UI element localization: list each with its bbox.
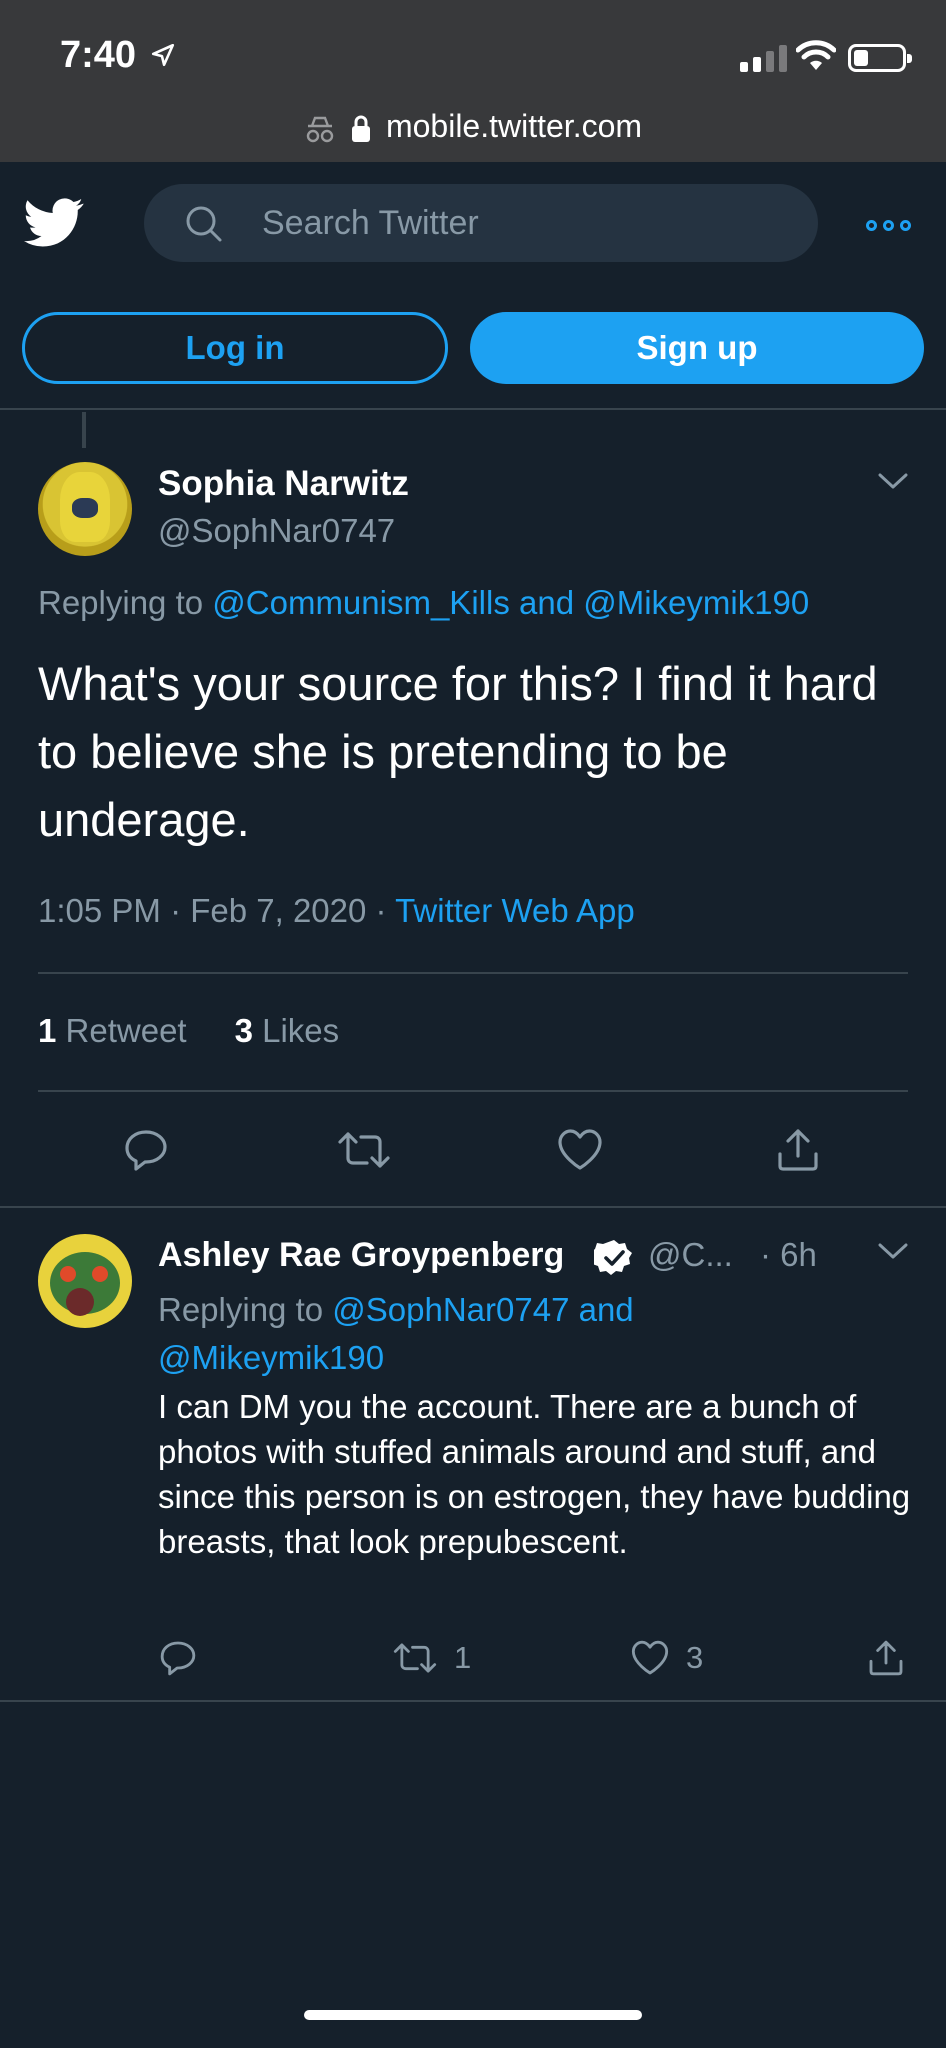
tweet-stats: 1 Retweet 3 Likes (38, 1012, 339, 1050)
retweet-icon[interactable] (336, 1126, 392, 1174)
like-count: 3 (686, 1640, 704, 1675)
wifi-icon (796, 40, 836, 70)
reply-action[interactable] (158, 1638, 198, 1678)
clock: 7:40 (60, 34, 137, 76)
header-divider (0, 408, 946, 410)
search-input[interactable] (262, 200, 782, 246)
cell-signal-icon (740, 44, 787, 72)
chevron-down-icon[interactable] (876, 1240, 910, 1262)
tweet-text: I can DM you the account. There are a bu… (158, 1388, 911, 1560)
tweet-source[interactable]: Twitter Web App (395, 892, 635, 929)
search-icon (186, 206, 222, 242)
author-name[interactable]: Ashley Rae Groypenberg (158, 1236, 564, 1275)
share-icon[interactable] (866, 1638, 906, 1678)
divider (38, 1090, 908, 1092)
like-action[interactable]: 3 (630, 1638, 703, 1678)
retweet-action[interactable]: 1 (392, 1638, 471, 1678)
reply-icon[interactable] (158, 1638, 198, 1678)
tweet-divider (0, 1700, 946, 1702)
reply-icon[interactable] (122, 1126, 170, 1174)
home-indicator[interactable] (304, 2010, 642, 2020)
replying-to: Replying to @Communism_Kills and @Mikeym… (38, 584, 810, 621)
tweet-timestamp[interactable]: 1:05 PM · Feb 7, 2020 · (38, 892, 395, 929)
search-bar[interactable] (144, 184, 818, 262)
url-text: mobile.twitter.com (385, 108, 643, 144)
url-bar[interactable]: mobile.twitter.com (0, 108, 946, 145)
tweet-time[interactable]: · 6h (760, 1236, 817, 1274)
log-in-button[interactable]: Log in (22, 312, 448, 384)
status-bar: 7:40 mobile.twitter.com (0, 0, 946, 162)
twitter-header: Log in Sign up (0, 162, 946, 410)
lock-icon (351, 115, 370, 142)
twitter-logo-icon[interactable] (24, 198, 84, 248)
author-handle[interactable]: @SophNar0747 (158, 512, 395, 550)
verified-badge-icon (594, 1240, 632, 1275)
tweet-metadata: 1:05 PM · Feb 7, 2020 · Twitter Web App (38, 892, 635, 930)
like-icon[interactable] (556, 1126, 604, 1174)
share-icon[interactable] (774, 1126, 822, 1174)
chevron-down-icon[interactable] (876, 470, 910, 492)
tweet-text: What's your source for this? I find it h… (38, 657, 878, 846)
more-options-icon[interactable] (866, 220, 911, 231)
retweet-stat[interactable]: 1 Retweet (38, 1012, 187, 1050)
like-icon[interactable] (630, 1638, 670, 1678)
avatar[interactable] (38, 1234, 132, 1328)
battery-icon (848, 44, 912, 72)
replying-to: Replying to @SophNar0747 and @Mikeymik19… (158, 1291, 634, 1376)
author-handle[interactable]: @C... (648, 1236, 733, 1274)
author-name[interactable]: Sophia Narwitz (158, 464, 409, 504)
tweet-divider (0, 1206, 946, 1208)
avatar[interactable] (38, 462, 132, 556)
location-arrow-icon (151, 43, 175, 67)
replying-to-links[interactable]: @Communism_Kills and @Mikeymik190 (212, 584, 809, 621)
likes-stat[interactable]: 3 Likes (235, 1012, 340, 1050)
divider (38, 972, 908, 974)
private-browsing-icon (306, 116, 334, 142)
retweet-count: 1 (454, 1640, 472, 1675)
thread-connector (82, 412, 86, 448)
sign-up-button[interactable]: Sign up (470, 312, 924, 384)
share-action[interactable] (866, 1638, 906, 1678)
retweet-icon[interactable] (392, 1638, 438, 1678)
